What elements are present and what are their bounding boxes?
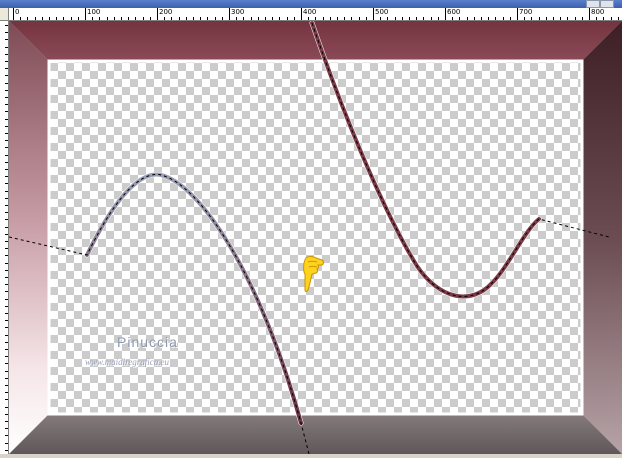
frame-right-bevel — [582, 21, 622, 454]
ruler-label: 200 — [159, 8, 173, 16]
ruler-corner — [0, 8, 9, 21]
ruler-label: 400 — [303, 8, 317, 16]
ruler-label: 100 — [87, 8, 101, 16]
ruler-ticks-vertical — [5, 25, 8, 451]
ruler-label: 800 — [591, 8, 605, 16]
vertical-ruler[interactable] — [0, 21, 9, 454]
watermark-url: www.maidiregrafica.eu — [85, 357, 169, 367]
frame-bottom-bevel — [9, 414, 622, 454]
scroll-left-button[interactable] — [586, 0, 600, 8]
ruler-label: 0 — [15, 8, 20, 16]
watermark-name: Pinuccia — [117, 334, 178, 350]
frame-left-bevel — [9, 21, 49, 454]
ruler-label: 500 — [375, 8, 389, 16]
pointing-hand-icon — [300, 254, 326, 294]
canvas-artwork — [8, 20, 622, 455]
ruler-label: 700 — [519, 8, 533, 16]
window-top-strip — [0, 0, 622, 8]
ruler-label: 300 — [231, 8, 245, 16]
ruler-label: 600 — [447, 8, 461, 16]
horizontal-ruler[interactable]: 0 100 200 300 400 500 600 700 800 — [9, 8, 622, 21]
image-canvas[interactable]: Pinuccia www.maidiregrafica.eu — [8, 20, 622, 455]
scroll-right-button[interactable] — [600, 0, 614, 8]
